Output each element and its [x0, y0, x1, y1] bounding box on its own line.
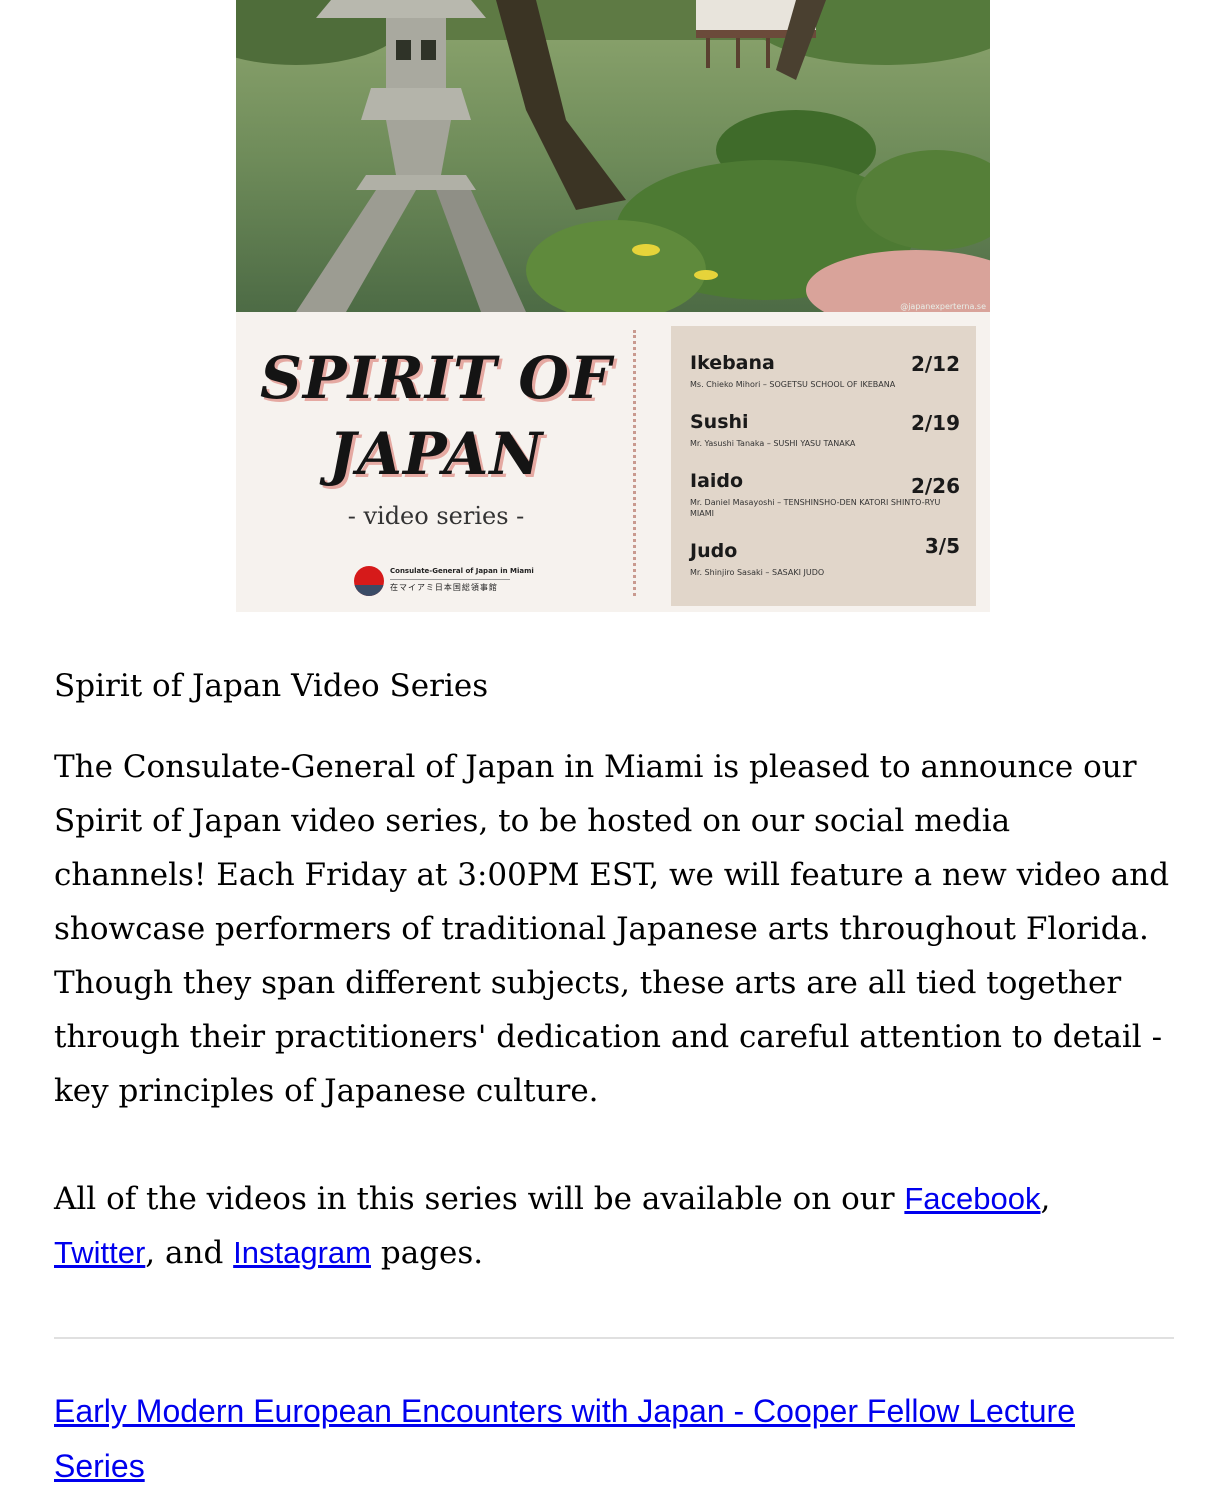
photo-credit: @japanexperterna.se — [900, 302, 986, 311]
links-comma: , — [1040, 1181, 1051, 1217]
consulate-logo: Consulate-General of Japan in Miami 在マイア… — [354, 564, 534, 598]
dotted-divider — [633, 330, 636, 596]
article-body: The Consulate-General of Japan in Miami … — [54, 749, 1170, 1109]
schedule-performer: Mr. Daniel Masayoshi – TENSHINSHO-DEN KA… — [690, 498, 941, 518]
poster-subtitle: - video series - — [347, 502, 525, 530]
consulate-name-jp: 在マイアミ日本国総領事館 — [390, 583, 498, 592]
schedule-name: Judo — [690, 540, 738, 562]
spirit-of-japan-poster: @japanexperterna.se SPIRIT OF JAPAN - vi… — [236, 0, 990, 612]
schedule-name: Iaido — [690, 470, 744, 492]
schedule-name: Ikebana — [690, 352, 775, 374]
consulate-name-en: Consulate-General of Japan in Miami — [390, 567, 534, 575]
logo-divider — [390, 579, 510, 580]
poster-title-line1: SPIRIT OF — [260, 344, 613, 412]
poster-title-line2: JAPAN — [328, 420, 544, 488]
schedule-date: 2/12 — [910, 352, 960, 376]
links-suffix: pages. — [371, 1235, 484, 1271]
consulate-emblem-icon — [354, 566, 384, 596]
schedule-performer: Mr. Shinjiro Sasaki – SASAKI JUDO — [690, 568, 825, 577]
poster-info-panel: SPIRIT OF JAPAN - video series - Consula… — [236, 312, 990, 612]
section-divider — [54, 1337, 1174, 1339]
links-and: , and — [145, 1235, 234, 1271]
garden-lantern-photo — [236, 0, 990, 312]
poster-title: SPIRIT OF JAPAN — [260, 340, 612, 492]
schedule-date: 2/19 — [910, 411, 960, 435]
schedule-performer: Mr. Yasushi Tanaka – SUSHI YASU TANAKA — [690, 439, 856, 448]
links-prefix: All of the videos in this series will be… — [54, 1181, 905, 1217]
facebook-link[interactable]: Facebook — [904, 1181, 1040, 1216]
article-title: Spirit of Japan Video Series — [54, 668, 489, 704]
next-article-link[interactable]: Early Modern European Encounters with Ja… — [54, 1384, 1154, 1494]
schedule-box: Ikebana 2/12 Ms. Chieko Mihori – SOGETSU… — [671, 326, 976, 606]
schedule-performer: Ms. Chieko Mihori – SOGETSU SCHOOL OF IK… — [690, 380, 896, 389]
twitter-link[interactable]: Twitter — [54, 1235, 145, 1270]
schedule-date: 3/5 — [924, 534, 960, 558]
social-links-paragraph: All of the videos in this series will be… — [54, 1172, 1172, 1280]
schedule-date: 2/26 — [910, 474, 960, 498]
instagram-link[interactable]: Instagram — [233, 1235, 371, 1270]
schedule-name: Sushi — [690, 411, 749, 433]
